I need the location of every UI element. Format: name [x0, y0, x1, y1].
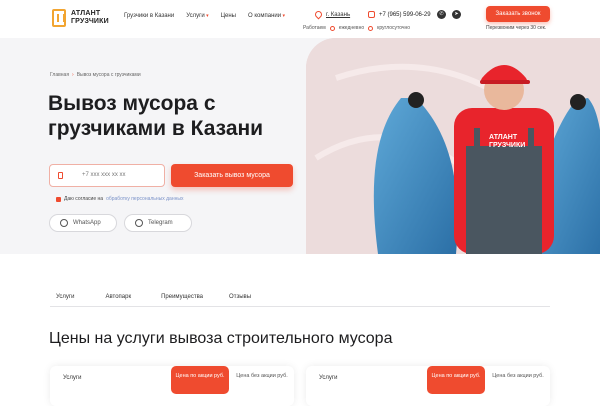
logo-line-2: ГРУЗЧИКИ: [71, 18, 109, 25]
glove-left: [408, 92, 424, 108]
col-header-service: Услуги: [319, 375, 338, 381]
social-links: ✆ ➤: [437, 10, 461, 19]
hero-image-mover: АТЛАНТ ГРУЗЧИКИ: [306, 38, 600, 254]
consent-checkbox[interactable]: [56, 196, 61, 202]
header-phone[interactable]: +7 (965) 599-06-29: [368, 11, 431, 18]
breadcrumb-current: Вывоз мусора с грузчиками: [76, 72, 141, 78]
breadcrumb: Главная › Вывоз мусора с грузчиками: [50, 72, 141, 78]
consent-checkbox-row[interactable]: Даю согласие на обработку персональных д…: [56, 196, 183, 202]
telegram-label: Telegram: [148, 220, 173, 226]
whatsapp-icon: [60, 219, 68, 227]
whatsapp-label: WhatsApp: [73, 220, 101, 226]
col-header-promo-price: Цена по акции руб.: [171, 366, 229, 394]
glove-right: [570, 94, 586, 110]
phone-number: +7 (965) 599-06-29: [379, 11, 431, 18]
mover-overalls: [466, 146, 542, 254]
col-header-regular-price: Цена без акции руб.: [236, 373, 288, 379]
nav-item-about[interactable]: О компании: [248, 13, 285, 19]
city-name: г. Казань: [326, 11, 351, 18]
tab-services[interactable]: Услуги: [56, 289, 74, 306]
tab-reviews[interactable]: Отзывы: [229, 289, 251, 306]
telegram-icon: [135, 219, 143, 227]
order-removal-button[interactable]: Заказать вывоз мусора: [171, 164, 293, 187]
shirt-logo-line-2: ГРУЗЧИКИ: [489, 142, 525, 149]
callback-note: Перезвоним через 30 сек.: [486, 25, 547, 31]
telegram-button[interactable]: Telegram: [124, 214, 192, 232]
hero-section: Главная › Вывоз мусора с грузчиками Вывоз …: [0, 38, 600, 254]
price-table-card: Услуги Цена по акции руб. Цена без акции…: [50, 366, 294, 406]
hours-round: круглосуточно: [377, 25, 411, 31]
nav-item-movers[interactable]: Грузчики в Казани: [124, 13, 174, 19]
logo-line-1: АТЛАНТ: [71, 10, 101, 17]
phone-icon: [58, 172, 63, 179]
nav-item-prices[interactable]: Цены: [221, 13, 236, 19]
hours-daily: ежедневно: [338, 25, 365, 31]
telegram-icon[interactable]: ➤: [452, 10, 461, 19]
main-nav: Грузчики в Казани Услуги Цены О компании: [124, 13, 285, 19]
phone-field[interactable]: +7 xxx xxx xx xx: [49, 164, 165, 187]
request-call-button[interactable]: Заказать звонок: [486, 6, 550, 22]
col-header-regular-price: Цена без акции руб.: [492, 373, 544, 379]
tab-fleet[interactable]: Автопарк: [105, 289, 131, 306]
page-title-line-1: Вывоз мусора с: [48, 92, 216, 115]
logo-mark-icon: [52, 9, 66, 27]
calendar-icon: [329, 25, 335, 31]
price-table-card: Услуги Цена по акции руб. Цена без акции…: [306, 366, 550, 406]
phone-placeholder: +7 xxx xxx xx xx: [82, 172, 126, 178]
logo[interactable]: АТЛАНТ ГРУЗЧИКИ: [52, 9, 109, 27]
privacy-link[interactable]: обработку персональных данных: [106, 196, 183, 202]
whatsapp-icon[interactable]: ✆: [437, 10, 446, 19]
col-header-service: Услуги: [63, 375, 82, 381]
page-title-line-2: грузчиками в Казани: [48, 117, 264, 140]
hours-label: Работаем: [303, 25, 326, 31]
tab-advantages[interactable]: Преимущества: [161, 289, 203, 306]
phone-icon: [368, 11, 375, 18]
col-header-promo-price: Цена по акции руб.: [427, 366, 485, 394]
clock-icon: [368, 25, 374, 31]
prices-heading: Цены на услуги вывоза строительного мусо…: [49, 330, 393, 347]
mover-illustration: АТЛАНТ ГРУЗЧИКИ: [306, 38, 600, 254]
shirt-logo-line-1: АТЛАНТ: [489, 134, 518, 141]
city-selector[interactable]: г. Казань: [313, 9, 351, 20]
page-title: Вывоз мусора с грузчиками в Казани: [48, 91, 308, 141]
site-header: АТЛАНТ ГРУЗЧИКИ Грузчики в Казани Услуги…: [0, 0, 600, 38]
location-pin-icon: [313, 9, 324, 20]
breadcrumb-chevron-icon: ›: [72, 72, 74, 78]
consent-text: Даю согласие на: [64, 196, 104, 202]
working-hours: Работаем ежедневно круглосуточно: [303, 25, 410, 31]
whatsapp-button[interactable]: WhatsApp: [49, 214, 117, 232]
nav-item-services[interactable]: Услуги: [186, 13, 208, 19]
section-tabs: Услуги Автопарк Преимущества Отзывы: [50, 289, 550, 307]
breadcrumb-home[interactable]: Главная: [50, 72, 69, 78]
